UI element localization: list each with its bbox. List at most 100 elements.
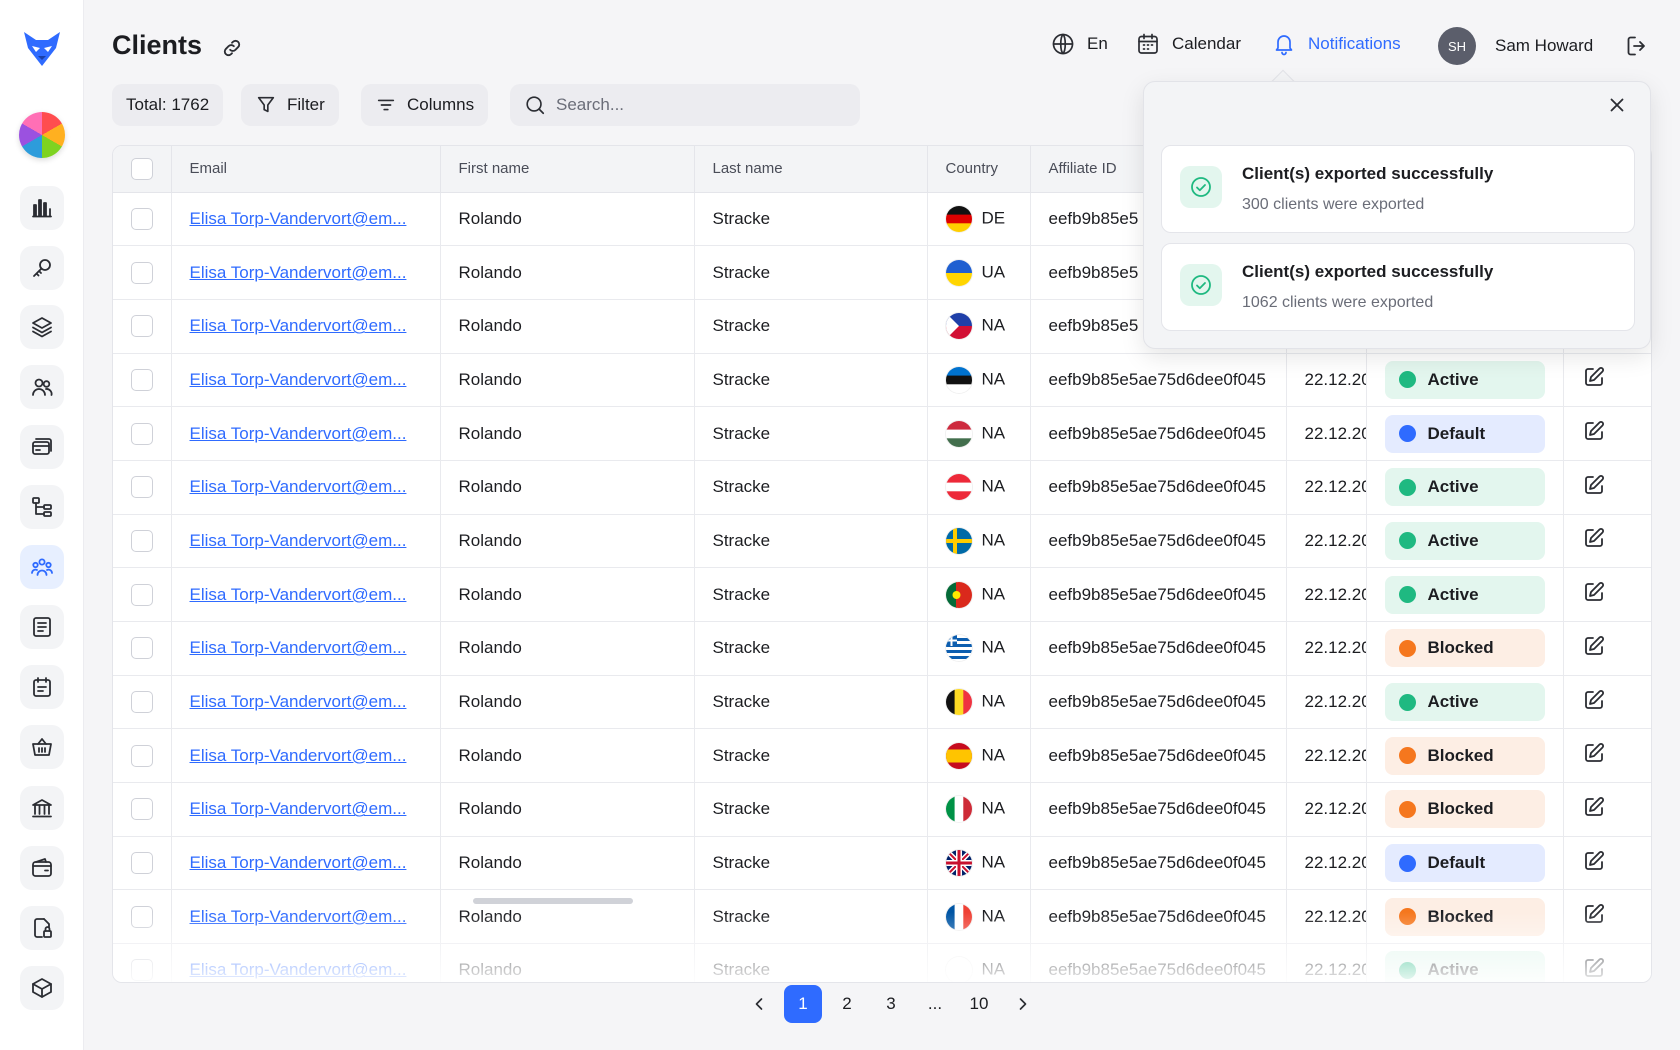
- notifications-button[interactable]: Notifications: [1272, 32, 1401, 56]
- email-link[interactable]: Elisa Torp-Vandervort@em...: [190, 960, 407, 979]
- row-checkbox[interactable]: [131, 422, 153, 445]
- link-icon[interactable]: [221, 37, 245, 61]
- email-link[interactable]: Elisa Torp-Vandervort@em...: [190, 907, 407, 926]
- page-button[interactable]: 10: [960, 985, 998, 1023]
- column-header-last-name[interactable]: Last name: [694, 146, 928, 193]
- status-cell: Active: [1366, 943, 1564, 982]
- table-row[interactable]: Elisa Torp-Vandervort@em... Rolando Strack…: [113, 460, 1651, 515]
- notification-card[interactable]: Client(s) exported successfully 300 clie…: [1161, 145, 1635, 233]
- sidebar-item-cards[interactable]: [20, 425, 64, 469]
- email-link[interactable]: Elisa Torp-Vandervort@em...: [190, 209, 407, 228]
- search-input[interactable]: [556, 95, 836, 115]
- sidebar-item-secure-file[interactable]: [20, 906, 64, 950]
- row-checkbox[interactable]: [131, 583, 153, 606]
- sidebar-item-basket[interactable]: [20, 725, 64, 769]
- filter-button[interactable]: Filter: [241, 84, 339, 126]
- table-row[interactable]: Elisa Torp-Vandervort@em... Rolando Strack…: [113, 567, 1651, 622]
- sidebar-item-clients-group[interactable]: [20, 545, 64, 589]
- table-row[interactable]: Elisa Torp-Vandervort@em... Rolando Strack…: [113, 353, 1651, 408]
- row-checkbox[interactable]: [131, 315, 153, 338]
- table-row[interactable]: Elisa Torp-Vandervort@em... Rolando Strack…: [113, 943, 1651, 982]
- table-row[interactable]: Elisa Torp-Vandervort@em... Rolando Strack…: [113, 836, 1651, 891]
- columns-button[interactable]: Columns: [361, 84, 489, 126]
- table-row[interactable]: Elisa Torp-Vandervort@em... Rolando Strack…: [113, 889, 1651, 945]
- edit-icon[interactable]: [1582, 850, 1606, 877]
- email-link[interactable]: Elisa Torp-Vandervort@em...: [190, 531, 407, 550]
- row-checkbox[interactable]: [131, 905, 153, 928]
- email-link[interactable]: Elisa Torp-Vandervort@em...: [190, 370, 407, 389]
- edit-icon[interactable]: [1582, 635, 1606, 662]
- table-row[interactable]: Elisa Torp-Vandervort@em... Rolando Strack…: [113, 728, 1651, 784]
- page-button[interactable]: 1: [784, 985, 822, 1023]
- edit-icon[interactable]: [1582, 904, 1606, 930]
- row-checkbox[interactable]: [131, 261, 153, 284]
- edit-icon[interactable]: [1582, 582, 1606, 608]
- column-header-first-name[interactable]: First name: [440, 146, 695, 193]
- notification-card[interactable]: Client(s) exported successfully 1062 cli…: [1161, 243, 1635, 331]
- email-link[interactable]: Elisa Torp-Vandervort@em...: [190, 316, 407, 335]
- sidebar-item-users[interactable]: [20, 365, 64, 409]
- theme-color-wheel-icon[interactable]: [19, 112, 65, 158]
- table-row[interactable]: Elisa Torp-Vandervort@em... Rolando Strack…: [113, 675, 1651, 730]
- email-link[interactable]: Elisa Torp-Vandervort@em...: [190, 424, 407, 443]
- calendar-button[interactable]: Calendar: [1136, 32, 1241, 56]
- edit-icon[interactable]: [1582, 367, 1606, 393]
- row-checkbox[interactable]: [131, 798, 153, 821]
- edit-icon[interactable]: [1582, 958, 1606, 982]
- email-link[interactable]: Elisa Torp-Vandervort@em...: [190, 746, 407, 765]
- row-checkbox[interactable]: [131, 476, 153, 499]
- sidebar-item-hierarchy[interactable]: [20, 485, 64, 529]
- edit-icon[interactable]: [1582, 474, 1606, 501]
- email-link[interactable]: Elisa Torp-Vandervort@em...: [190, 853, 407, 872]
- sidebar-item-wallet[interactable]: [20, 846, 64, 890]
- search-box[interactable]: [510, 84, 860, 126]
- column-header-country[interactable]: Country: [927, 146, 1031, 193]
- sidebar-item-bank[interactable]: [20, 786, 64, 830]
- select-all-checkbox[interactable]: [131, 157, 153, 180]
- row-checkbox[interactable]: [131, 637, 153, 660]
- avatar[interactable]: SH: [1438, 27, 1476, 65]
- sidebar-item-task[interactable]: [20, 665, 64, 709]
- next-page-button[interactable]: [1004, 985, 1042, 1023]
- language-selector[interactable]: En: [1051, 32, 1108, 56]
- row-checkbox[interactable]: [131, 744, 153, 767]
- row-checkbox[interactable]: [131, 959, 153, 982]
- email-link[interactable]: Elisa Torp-Vandervort@em...: [190, 692, 407, 711]
- sidebar-item-box[interactable]: [20, 966, 64, 1010]
- table-row[interactable]: Elisa Torp-Vandervort@em... Rolando Strack…: [113, 514, 1651, 569]
- email-link[interactable]: Elisa Torp-Vandervort@em...: [190, 799, 407, 818]
- edit-icon[interactable]: [1582, 528, 1606, 554]
- email-link[interactable]: Elisa Torp-Vandervort@em...: [190, 585, 407, 604]
- edit-icon[interactable]: [1582, 421, 1606, 447]
- edit-icon[interactable]: [1582, 796, 1606, 823]
- country-code: NA: [981, 906, 1006, 926]
- table-row[interactable]: Elisa Torp-Vandervort@em... Rolando Strack…: [113, 621, 1651, 676]
- fox-logo-icon[interactable]: [20, 26, 64, 70]
- email-link[interactable]: Elisa Torp-Vandervort@em...: [190, 638, 407, 657]
- sidebar-item-key[interactable]: [20, 246, 64, 290]
- row-checkbox[interactable]: [131, 368, 153, 391]
- email-link[interactable]: Elisa Torp-Vandervort@em...: [190, 263, 407, 282]
- edit-icon[interactable]: [1582, 743, 1606, 769]
- sidebar-item-dashboard-chart[interactable]: [20, 186, 64, 230]
- user-name[interactable]: Sam Howard: [1495, 36, 1593, 56]
- column-header-email[interactable]: Email: [171, 146, 441, 193]
- edit-icon[interactable]: [1582, 689, 1606, 716]
- table-row[interactable]: Elisa Torp-Vandervort@em... Rolando Strack…: [113, 406, 1651, 461]
- page-button[interactable]: 3: [872, 985, 910, 1023]
- sidebar-item-document[interactable]: [20, 605, 64, 649]
- logout-icon[interactable]: [1625, 34, 1649, 58]
- horizontal-scrollbar[interactable]: [473, 898, 633, 904]
- page-button[interactable]: 2: [828, 985, 866, 1023]
- prev-page-button[interactable]: [740, 985, 778, 1023]
- row-checkbox[interactable]: [131, 207, 153, 230]
- row-checkbox[interactable]: [131, 529, 153, 552]
- email-link[interactable]: Elisa Torp-Vandervort@em...: [190, 477, 407, 496]
- row-checkbox[interactable]: [131, 691, 153, 714]
- sidebar-item-layers[interactable]: [20, 305, 64, 349]
- row-checkbox[interactable]: [131, 852, 153, 875]
- date-cell: 22.12.20: [1286, 460, 1367, 515]
- close-icon[interactable]: [1606, 94, 1632, 120]
- table-row[interactable]: Elisa Torp-Vandervort@em... Rolando Strack…: [113, 782, 1651, 837]
- columns-label: Columns: [407, 95, 475, 114]
